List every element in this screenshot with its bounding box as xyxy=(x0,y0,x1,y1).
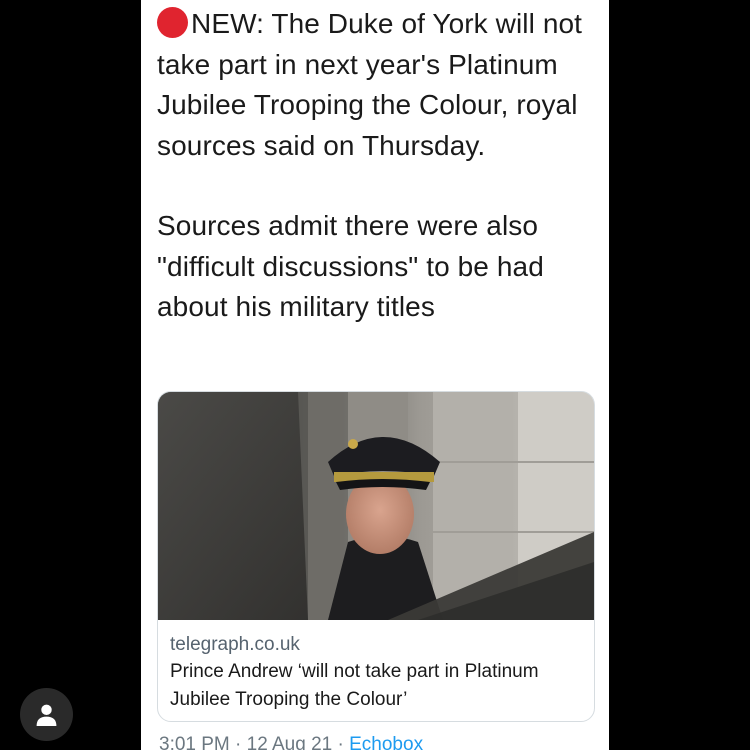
screenshot-stage: NEW: The Duke of York will not take part… xyxy=(0,0,750,750)
tweet-source-link[interactable]: Echobox xyxy=(349,734,423,750)
tweet-second-paragraph: Sources admit there were also "difficult… xyxy=(157,210,544,322)
person-icon xyxy=(36,704,57,726)
account-button[interactable] xyxy=(20,688,73,741)
red-circle-icon xyxy=(157,7,188,38)
tweet-timestamp: 3:01 PM · 12 Aug 21 · xyxy=(159,734,350,750)
link-card-domain: telegraph.co.uk xyxy=(170,634,300,655)
tweet-timestamp-row: 3:01 PM · 12 Aug 21 · Echobox xyxy=(159,734,423,750)
link-card-headline: Prince Andrew ‘will not take part in Pla… xyxy=(170,661,539,710)
tweet-panel: NEW: The Duke of York will not take part… xyxy=(141,0,609,750)
tweet-headline-prefix: NEW: xyxy=(191,8,264,39)
tweet-body: NEW: The Duke of York will not take part… xyxy=(157,4,597,328)
tweet-first-paragraph: NEW: The Duke of York will not take part… xyxy=(157,4,597,166)
link-card-meta: telegraph.co.uk Prince Andrew ‘will not … xyxy=(170,632,584,714)
link-card-image xyxy=(158,392,594,620)
link-preview-card[interactable]: telegraph.co.uk Prince Andrew ‘will not … xyxy=(157,391,595,722)
